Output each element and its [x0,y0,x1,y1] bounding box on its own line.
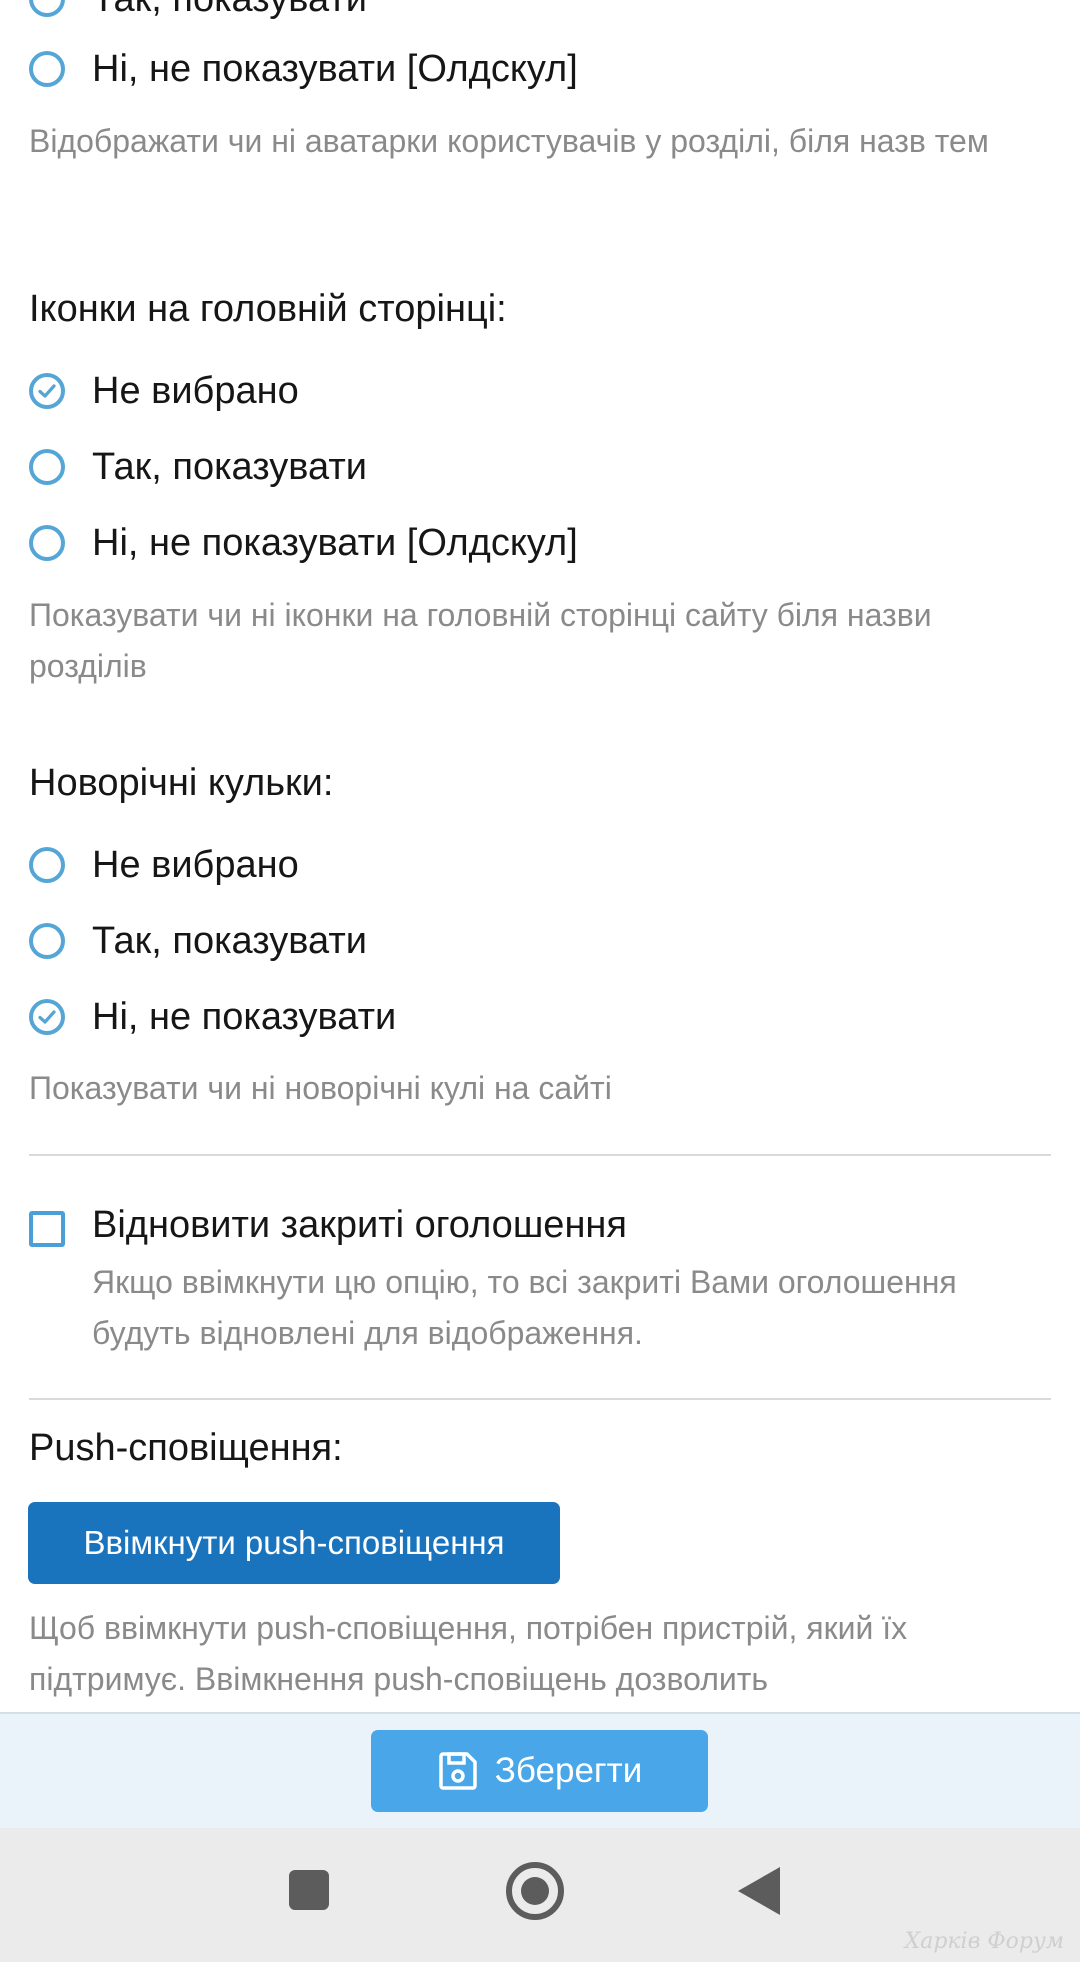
home-circle-icon[interactable] [506,1862,564,1920]
radio-circle[interactable] [29,847,65,883]
radio-circle[interactable] [29,525,65,561]
radio-label: Ні, не показувати [92,995,397,1038]
radio-balls-hide[interactable]: Ні, не показувати [29,989,396,1045]
radio-circle-checked[interactable] [29,999,65,1035]
save-button-label: Зберегти [494,1751,643,1790]
save-button[interactable]: Зберегти [371,1730,708,1812]
radio-label: Ні, не показувати [Олдскул] [92,521,578,564]
floppy-disk-icon [438,1752,477,1790]
avatars-hint: Відображати чи ні аватарки користувачів … [29,123,989,159]
radio-icons-show[interactable]: Так, показувати [29,439,367,495]
settings-page: Так, показувати Ні, не показувати [Олдск… [0,0,1080,1962]
radio-label: Не вибрано [92,843,299,886]
restore-ads-label[interactable]: Відновити закриті оголошення [92,1204,627,1247]
divider [29,1154,1051,1156]
checkmark-icon [38,1010,56,1024]
radio-label: Так, показувати [92,445,367,488]
balls-heading: Новорічні кульки: [29,762,334,804]
radio-balls-show[interactable]: Так, показувати [29,913,367,969]
radio-label: Не вибрано [92,369,299,412]
divider [29,1398,1051,1400]
radio-circle[interactable] [29,449,65,485]
radio-circle-checked[interactable] [29,373,65,409]
radio-circle[interactable] [29,51,65,87]
push-heading: Push-сповіщення: [29,1427,343,1469]
enable-push-button[interactable]: Ввімкнути push-сповіщення [28,1502,560,1584]
radio-balls-none[interactable]: Не вибрано [29,837,299,893]
radio-circle[interactable] [29,0,65,17]
checkmark-icon [38,384,56,398]
push-hint: Щоб ввімкнути push-сповіщення, потрібен … [29,1610,908,1697]
radio-icons-none[interactable]: Не вибрано [29,363,299,419]
radio-circle[interactable] [29,923,65,959]
radio-label: Так, показувати [92,919,367,962]
radio-label: Ні, не показувати [Олдскул] [92,47,578,90]
restore-ads-description: Якщо ввімкнути цю опцію, то всі закриті … [92,1264,957,1351]
radio-icons-hide[interactable]: Ні, не показувати [Олдскул] [29,515,578,571]
radio-label: Так, показувати [92,0,367,21]
radio-avatars-show[interactable]: Так, показувати [29,0,367,27]
save-bar: Зберегти [0,1712,1080,1830]
system-nav-bar: Харків Форум [0,1828,1080,1962]
recents-square-icon[interactable] [289,1870,329,1910]
icons-hint: Показувати чи ні іконки на головній стор… [29,597,932,684]
icons-heading: Іконки на головній сторінці: [29,288,507,330]
back-triangle-icon[interactable] [738,1867,780,1915]
watermark: Харків Форум [904,1929,1064,1954]
restore-ads-checkbox[interactable] [29,1211,65,1247]
radio-avatars-hide[interactable]: Ні, не показувати [Олдскул] [29,41,578,97]
balls-hint: Показувати чи ні новорічні кулі на сайті [29,1070,612,1106]
